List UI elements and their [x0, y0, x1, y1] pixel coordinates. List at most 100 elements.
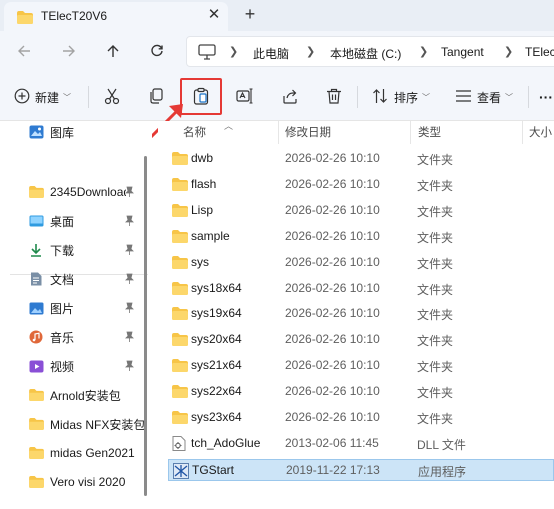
file-name: TGStart: [192, 462, 235, 477]
view-list-icon: [455, 89, 472, 106]
cut-button[interactable]: [103, 85, 121, 109]
folder-icon: [172, 385, 188, 401]
file-modified-date: 2026-02-26 10:10: [285, 202, 380, 217]
file-name: flash: [191, 176, 217, 191]
sidebar-item-vero-visi[interactable]: Vero visi 2020: [28, 471, 146, 493]
column-divider[interactable]: [278, 121, 279, 144]
video-icon: [28, 359, 44, 373]
file-row[interactable]: Lisp 2026-02-26 10:10 文件夹: [168, 200, 554, 222]
column-header-name[interactable]: 名称: [183, 124, 206, 140]
sidebar-item-label: midas Gen2021: [50, 446, 135, 460]
sidebar-item-2345downloads[interactable]: 2345Downloads: [28, 181, 146, 203]
download-icon: [28, 243, 44, 257]
file-type: 文件夹: [417, 256, 454, 271]
file-row[interactable]: flash 2026-02-26 10:10 文件夹: [168, 174, 554, 196]
close-tab-button[interactable]: ✕: [206, 7, 222, 23]
sidebar-item-midas-nfx[interactable]: Midas NFX安装包: [28, 413, 146, 435]
sidebar-item-downloads[interactable]: 下载: [28, 239, 146, 261]
folder-icon: [172, 307, 188, 323]
new-tab-button[interactable]: +: [241, 4, 259, 24]
column-header-size[interactable]: 大小: [529, 124, 552, 140]
toolbar-divider: [357, 86, 358, 108]
file-type: 文件夹: [417, 153, 454, 167]
pin-icon[interactable]: [125, 273, 134, 287]
file-type: 应用程序: [418, 464, 467, 479]
sidebar-scrollbar[interactable]: [144, 156, 147, 496]
sidebar-item-arnold[interactable]: Arnold安装包: [28, 384, 146, 406]
file-row[interactable]: tch_AdoGlue 2013-02-06 11:45 DLL 文件: [168, 433, 554, 455]
pin-icon[interactable]: [125, 302, 134, 316]
file-row[interactable]: dwb 2026-02-26 10:10 文件夹: [168, 148, 554, 170]
breadcrumb-local-disk[interactable]: 本地磁盘 (C:): [330, 45, 401, 62]
scissors-icon: [103, 87, 121, 108]
sidebar-item-music[interactable]: 音乐: [28, 326, 146, 348]
toolbar-divider: [528, 86, 529, 108]
file-row[interactable]: sys23x64 2026-02-26 10:10 文件夹: [168, 407, 554, 429]
file-name: sample: [191, 228, 230, 243]
rename-button[interactable]: [236, 85, 254, 109]
file-name: sys: [191, 254, 209, 269]
pin-icon[interactable]: [125, 215, 134, 229]
column-header-type[interactable]: 类型: [418, 124, 441, 140]
column-header-date[interactable]: 修改日期: [285, 124, 331, 140]
folder-icon: [28, 446, 44, 460]
file-modified-date: 2026-02-26 10:10: [285, 176, 380, 191]
sort-button-label: 排序: [394, 90, 419, 105]
file-type: 文件夹: [417, 178, 454, 193]
column-divider[interactable]: [522, 121, 523, 144]
file-row[interactable]: sys21x64 2026-02-26 10:10 文件夹: [168, 355, 554, 377]
back-arrow-icon[interactable]: [12, 40, 36, 62]
computer-icon: [198, 44, 216, 63]
breadcrumb-telec[interactable]: TElec: [525, 45, 554, 59]
sidebar-item-videos[interactable]: 视频: [28, 355, 146, 377]
toolbar-divider: [88, 86, 89, 108]
sidebar-item-midas-gen[interactable]: midas Gen2021: [28, 442, 146, 464]
view-button[interactable]: 查看 ﹀: [455, 85, 513, 109]
file-name: dwb: [191, 151, 214, 165]
file-row[interactable]: sys19x64 2026-02-26 10:10 文件夹: [168, 303, 554, 325]
file-modified-date: 2026-02-26 10:10: [285, 410, 380, 424]
pin-icon[interactable]: [125, 331, 134, 345]
breadcrumb-tangent[interactable]: Tangent: [441, 45, 484, 59]
tab-title: TElecT20V6: [41, 9, 108, 23]
sidebar-item-gallery[interactable]: 图库: [28, 121, 146, 143]
new-button[interactable]: 新建 ﹀: [14, 85, 71, 109]
sidebar-item-label: 图片: [50, 301, 75, 316]
file-row[interactable]: sample 2026-02-26 10:10 文件夹: [168, 226, 554, 248]
sidebar-item-label: Vero visi 2020: [50, 475, 126, 489]
sidebar-item-desktop[interactable]: 桌面: [28, 210, 146, 232]
column-divider[interactable]: [410, 121, 411, 144]
pin-icon[interactable]: [125, 186, 134, 200]
up-arrow-icon[interactable]: [101, 40, 125, 62]
file-row[interactable]: sys 2026-02-26 10:10 文件夹: [168, 252, 554, 274]
more-options-button[interactable]: ···: [539, 85, 553, 109]
refresh-icon[interactable]: [145, 40, 169, 62]
file-name: sys19x64: [191, 306, 242, 321]
file-row[interactable]: sys20x64 2026-02-26 10:10 文件夹: [168, 329, 554, 351]
file-row[interactable]: sys22x64 2026-02-26 10:10 文件夹: [168, 381, 554, 403]
chevron-down-icon: ﹀: [505, 92, 514, 102]
sidebar-item-documents[interactable]: 文档: [28, 268, 146, 290]
file-modified-date: 2026-02-26 10:10: [285, 254, 380, 269]
folder-icon: [28, 185, 44, 199]
file-modified-date: 2026-02-26 10:10: [285, 151, 380, 165]
file-row[interactable]: sys18x64 2026-02-26 10:10 文件夹: [168, 278, 554, 300]
breadcrumb-this-pc[interactable]: 此电脑: [253, 45, 289, 62]
chevron-right-icon: ❯: [229, 46, 239, 58]
folder-icon: [28, 417, 44, 431]
navigation-pane: 图库 2345Downloads 桌面 下载 文档 图片 音乐 视频 Ar: [0, 121, 152, 509]
file-row[interactable]: TGStart 2019-11-22 17:13 应用程序: [168, 458, 554, 481]
file-name: sys18x64: [191, 280, 242, 295]
sidebar-item-pictures[interactable]: 图片: [28, 297, 146, 319]
tab-telect20v6[interactable]: TElecT20V6 ✕: [4, 2, 228, 31]
sort-button[interactable]: 排序 ﹀: [372, 85, 430, 109]
folder-icon: [28, 388, 44, 402]
delete-button[interactable]: [325, 85, 343, 109]
share-button[interactable]: [281, 85, 299, 109]
address-bar[interactable]: ❯ 此电脑 ❯ 本地磁盘 (C:) ❯ Tangent ❯ TElec: [186, 36, 554, 67]
pin-icon[interactable]: [125, 360, 134, 374]
file-type: 文件夹: [417, 334, 454, 349]
pin-icon[interactable]: [125, 244, 134, 258]
forward-arrow-icon[interactable]: [57, 40, 81, 62]
file-name: sys21x64: [191, 358, 242, 373]
